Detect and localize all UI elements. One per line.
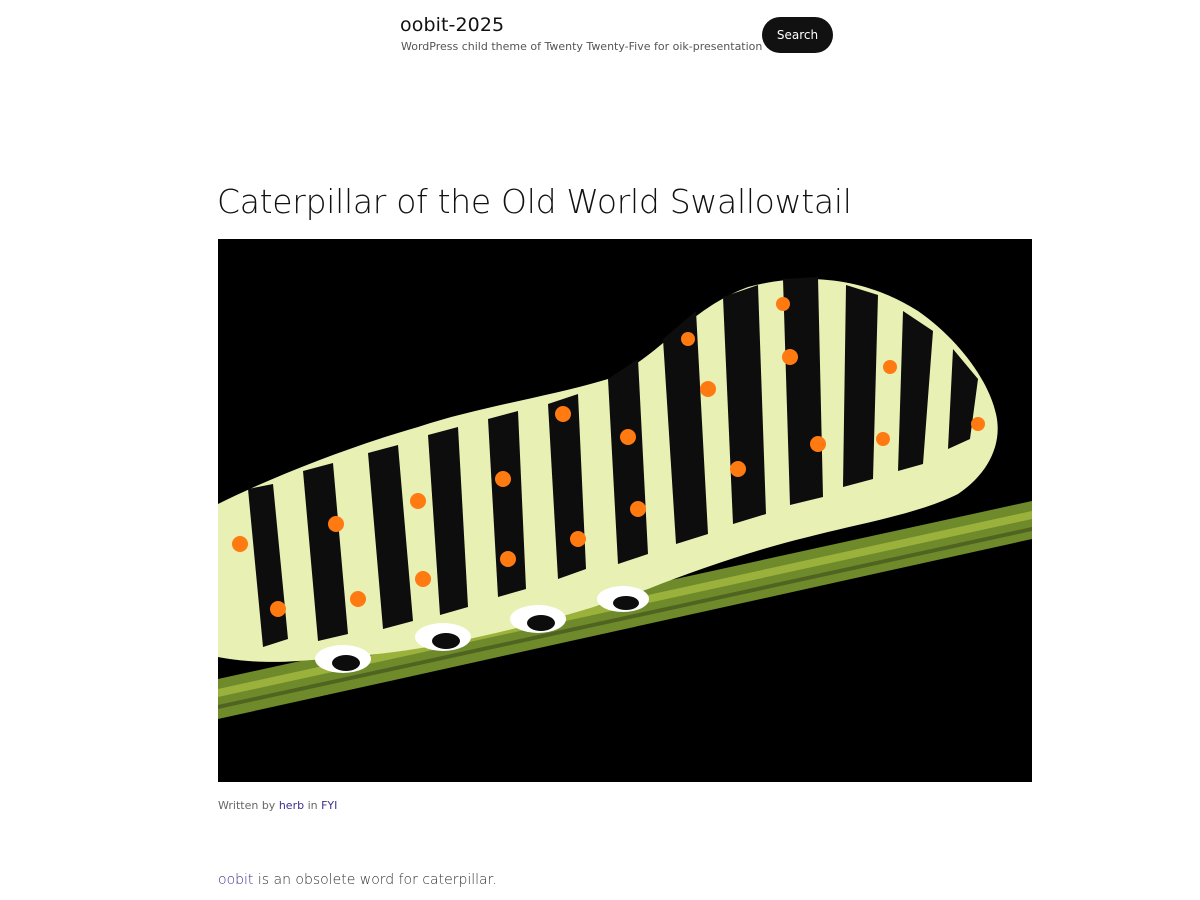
post-meta: Written by herb in FYI	[218, 799, 337, 812]
featured-image	[218, 239, 1032, 782]
post-title: Caterpillar of the Old World Swallowtail	[217, 182, 852, 221]
caterpillar-illustration	[218, 239, 1032, 782]
post-content: oobit is an obsolete word for caterpilla…	[218, 872, 497, 888]
site-tagline: WordPress child theme of Twenty Twenty-F…	[401, 40, 763, 53]
author-link[interactable]: herb	[279, 799, 304, 812]
oobit-link[interactable]: oobit	[218, 872, 253, 888]
written-by-label: Written by	[218, 799, 276, 812]
page: oobit-2025 WordPress child theme of Twen…	[0, 0, 1200, 900]
site-header: oobit-2025 WordPress child theme of Twen…	[400, 14, 840, 58]
in-label: in	[307, 799, 318, 812]
post-content-text: is an obsolete word for caterpillar.	[253, 872, 497, 888]
search-button[interactable]: Search	[762, 17, 833, 53]
site-title[interactable]: oobit-2025	[400, 14, 504, 36]
category-link[interactable]: FYI	[321, 799, 337, 812]
